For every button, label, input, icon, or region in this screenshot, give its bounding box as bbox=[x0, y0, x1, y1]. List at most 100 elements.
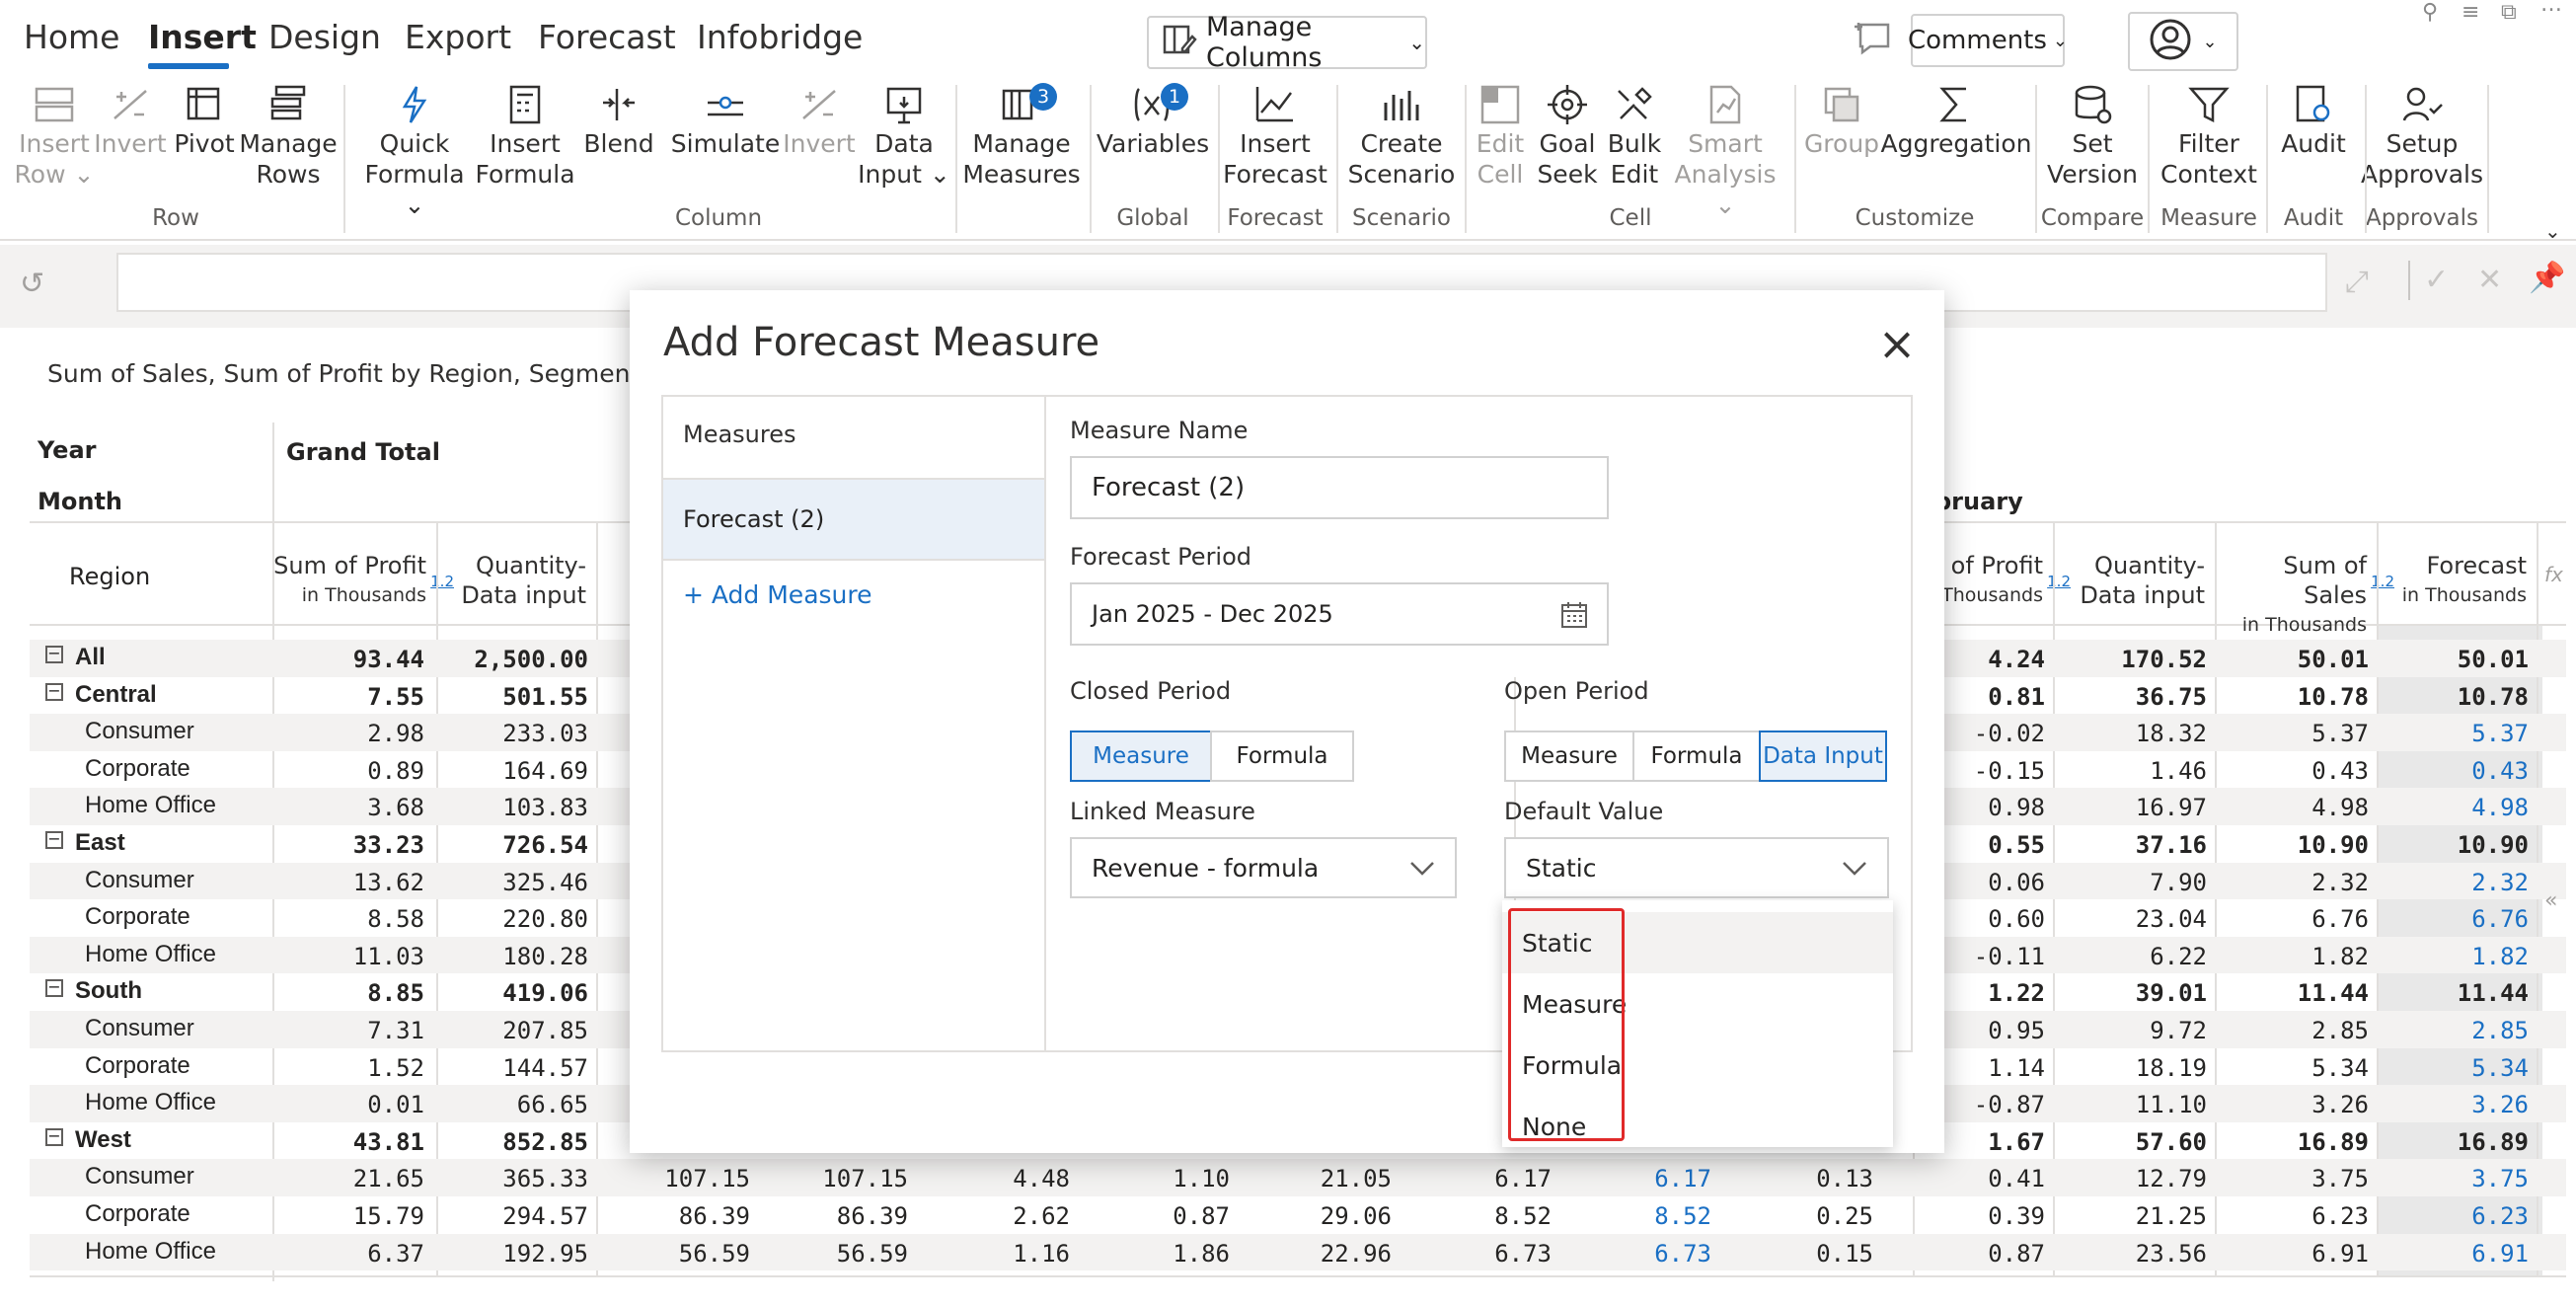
table-cell[interactable]: 2.85 bbox=[2471, 1017, 2529, 1044]
menu-infobridge[interactable]: Infobridge bbox=[697, 18, 863, 56]
table-cell[interactable]: 10.78 bbox=[2458, 683, 2529, 711]
table-cell[interactable]: 1.82 bbox=[2311, 943, 2369, 970]
table-cell[interactable]: 6.17 bbox=[1654, 1165, 1711, 1192]
ribbon-collapse-icon[interactable]: ⌄ bbox=[2544, 219, 2561, 243]
table-cell[interactable]: -0.11 bbox=[1974, 943, 2045, 970]
table-cell[interactable]: 7.90 bbox=[2150, 869, 2207, 896]
table-cell[interactable]: 726.54 bbox=[502, 831, 588, 859]
table-cell[interactable]: 1.67 bbox=[1988, 1128, 2045, 1156]
ribbon-button-quick-formula[interactable]: Quick Formula ⌄ bbox=[364, 83, 465, 220]
table-cell[interactable]: 207.85 bbox=[502, 1017, 588, 1044]
table-cell[interactable]: 180.28 bbox=[502, 943, 588, 970]
table-cell[interactable]: 3.68 bbox=[367, 794, 424, 821]
table-cell[interactable]: 0.25 bbox=[1816, 1202, 1873, 1230]
table-cell[interactable]: 1.22 bbox=[1988, 979, 2045, 1007]
table-cell[interactable]: 0.81 bbox=[1988, 683, 2045, 711]
table-cell[interactable]: 144.57 bbox=[502, 1054, 588, 1082]
pin-icon[interactable]: ⚲ bbox=[2422, 0, 2438, 25]
ribbon-button-bulk-edit[interactable]: Bulk Edit bbox=[1585, 83, 1684, 190]
collapse-panel-icon[interactable]: « bbox=[2544, 888, 2557, 913]
table-cell[interactable]: -0.15 bbox=[1974, 757, 2045, 785]
ribbon-button-insert-formula[interactable]: Insert Formula bbox=[475, 83, 575, 190]
table-cell[interactable]: 6.91 bbox=[2471, 1240, 2529, 1268]
ribbon-button-smart-analysis[interactable]: Smart Analysis ⌄ bbox=[1675, 83, 1777, 220]
table-cell[interactable]: 192.95 bbox=[502, 1240, 588, 1268]
table-row[interactable]: Corporate 15.79 294.57 86.39 86.39 2.62 0.87 29… bbox=[30, 1196, 2566, 1234]
fx-icon[interactable]: fx bbox=[2544, 563, 2563, 586]
table-cell[interactable]: 56.59 bbox=[679, 1240, 750, 1268]
column-header[interactable]: Sum of Sales in Thousands 1.2 bbox=[2215, 521, 2394, 636]
table-cell[interactable]: 8.58 bbox=[367, 905, 424, 933]
table-cell[interactable]: 86.39 bbox=[679, 1202, 750, 1230]
measure-name-input[interactable]: Forecast (2) bbox=[1070, 456, 1609, 519]
collapse-row-icon[interactable]: − bbox=[45, 979, 63, 998]
ribbon-button-set-version[interactable]: Set Version bbox=[2043, 83, 2142, 190]
table-cell[interactable]: 3.26 bbox=[2471, 1091, 2529, 1118]
table-cell[interactable]: 57.60 bbox=[2136, 1128, 2207, 1156]
table-cell[interactable]: 1.52 bbox=[367, 1054, 424, 1082]
table-cell[interactable]: 233.03 bbox=[502, 720, 588, 747]
expand-icon[interactable]: ⧉ bbox=[2501, 0, 2517, 25]
table-cell[interactable]: 1.10 bbox=[1173, 1165, 1230, 1192]
table-cell[interactable]: 6.91 bbox=[2311, 1240, 2369, 1268]
close-icon[interactable]: ✕ bbox=[2477, 263, 2502, 297]
table-cell[interactable]: 10.90 bbox=[2458, 831, 2529, 859]
table-cell[interactable]: 43.81 bbox=[353, 1128, 424, 1156]
ribbon-button-manage-measures[interactable]: 3 Manage Measures bbox=[962, 83, 1081, 190]
table-cell[interactable]: 23.56 bbox=[2136, 1240, 2207, 1268]
table-cell[interactable]: 5.34 bbox=[2471, 1054, 2529, 1082]
ribbon-button-invert[interactable]: Invert bbox=[770, 83, 869, 159]
undo-icon[interactable]: ↺ bbox=[20, 267, 44, 301]
table-cell[interactable]: 1.86 bbox=[1173, 1240, 1230, 1268]
table-cell[interactable]: 6.76 bbox=[2311, 905, 2369, 933]
manage-columns-button[interactable]: Manage Columns ⌄ bbox=[1147, 12, 1427, 73]
option-none[interactable]: None bbox=[1502, 1096, 1893, 1157]
table-cell[interactable]: 50.01 bbox=[2298, 646, 2369, 673]
ribbon-button-audit[interactable]: Audit bbox=[2264, 83, 2363, 159]
table-cell[interactable]: 6.23 bbox=[2311, 1202, 2369, 1230]
table-cell[interactable]: 5.37 bbox=[2311, 720, 2369, 747]
table-cell[interactable]: 8.85 bbox=[367, 979, 424, 1007]
table-cell[interactable]: 16.89 bbox=[2458, 1128, 2529, 1156]
table-cell[interactable]: 66.65 bbox=[517, 1091, 588, 1118]
table-cell[interactable]: 0.13 bbox=[1816, 1165, 1873, 1192]
table-cell[interactable]: 2.85 bbox=[2311, 1017, 2369, 1044]
table-cell[interactable]: 6.73 bbox=[1654, 1240, 1711, 1268]
ribbon-button-insert-forecast[interactable]: Insert Forecast bbox=[1223, 83, 1327, 190]
user-menu-button[interactable]: ⌄ bbox=[2128, 12, 2238, 71]
table-cell[interactable]: 2.32 bbox=[2311, 869, 2369, 896]
table-cell[interactable]: 18.19 bbox=[2136, 1054, 2207, 1082]
open-formula-toggle[interactable]: Formula bbox=[1632, 730, 1761, 782]
closed-measure-toggle[interactable]: Measure bbox=[1070, 730, 1212, 782]
table-cell[interactable]: 4.98 bbox=[2311, 794, 2369, 821]
table-cell[interactable]: 2.32 bbox=[2471, 869, 2529, 896]
table-cell[interactable]: 294.57 bbox=[502, 1202, 588, 1230]
table-cell[interactable]: 501.55 bbox=[502, 683, 588, 711]
column-header[interactable]: Forecast in Thousands bbox=[2377, 521, 2537, 624]
table-cell[interactable]: 325.46 bbox=[502, 869, 588, 896]
closed-formula-toggle[interactable]: Formula bbox=[1210, 730, 1354, 782]
add-comment-icon[interactable] bbox=[1848, 12, 1897, 61]
pin-icon[interactable]: 📌 bbox=[2529, 261, 2565, 295]
ribbon-button-data-input[interactable]: Data Input ⌄ bbox=[855, 83, 953, 190]
table-cell[interactable]: 4.98 bbox=[2471, 794, 2529, 821]
ribbon-button-setup-approvals[interactable]: Setup Approvals bbox=[2361, 83, 2483, 190]
table-cell[interactable]: 11.44 bbox=[2298, 979, 2369, 1007]
column-header[interactable]: Quantity- Data input bbox=[436, 521, 596, 624]
table-cell[interactable]: 21.65 bbox=[353, 1165, 424, 1192]
option-static[interactable]: Static bbox=[1502, 912, 1893, 973]
table-cell[interactable]: 3.75 bbox=[2471, 1165, 2529, 1192]
table-cell[interactable]: 37.16 bbox=[2136, 831, 2207, 859]
table-cell[interactable]: 220.80 bbox=[502, 905, 588, 933]
table-cell[interactable]: 9.72 bbox=[2150, 1017, 2207, 1044]
more-icon[interactable]: … bbox=[2540, 0, 2562, 17]
column-header[interactable]: Quantity- Data input bbox=[2053, 521, 2215, 624]
measure-list-item[interactable]: Forecast (2) bbox=[663, 478, 1044, 561]
table-cell[interactable]: 852.85 bbox=[502, 1128, 588, 1156]
table-cell[interactable]: 1.82 bbox=[2471, 943, 2529, 970]
table-cell[interactable]: 6.76 bbox=[2471, 905, 2529, 933]
table-cell[interactable]: -0.87 bbox=[1974, 1091, 2045, 1118]
menu-insert[interactable]: Insert bbox=[148, 18, 257, 56]
table-cell[interactable]: 0.43 bbox=[2311, 757, 2369, 785]
table-cell[interactable]: 21.05 bbox=[1321, 1165, 1392, 1192]
